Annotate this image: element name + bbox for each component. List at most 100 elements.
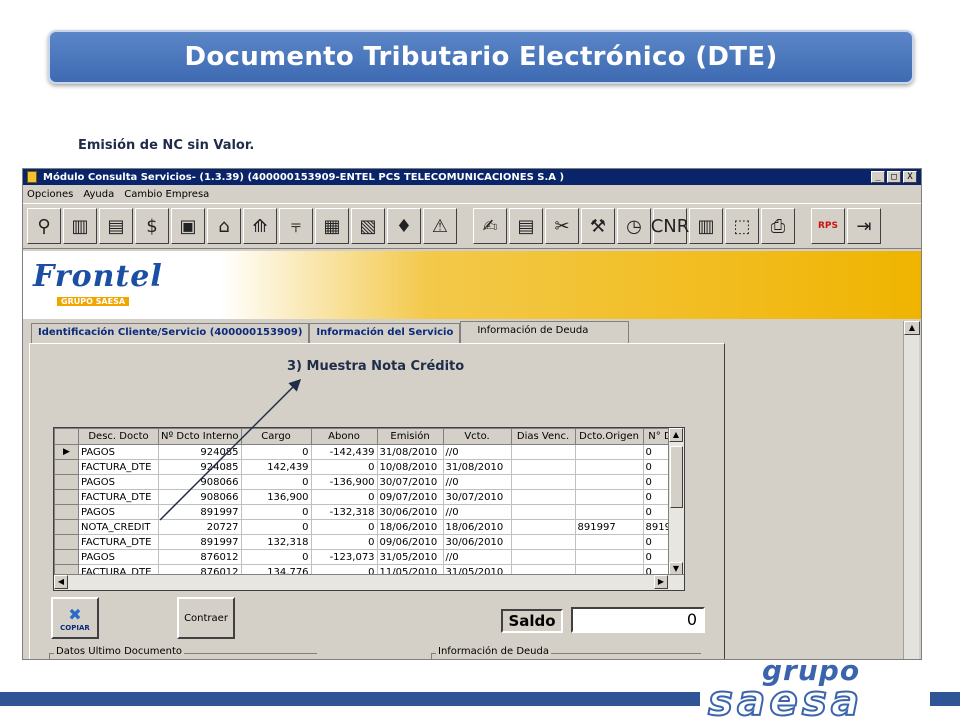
row-selector[interactable] [54,549,79,565]
grid-cell[interactable]: 0 [310,534,378,550]
grid-column-header[interactable]: Emisión [376,428,444,445]
grid-column-header[interactable]: Abono [310,428,378,445]
grid-cell[interactable]: -142,439 [310,444,378,460]
page-scrollbar[interactable]: ▲ [903,321,920,659]
grid-cell[interactable] [574,504,644,520]
grid-cell[interactable]: 30/06/2010 [442,534,512,550]
grid-column-header[interactable]: Cargo [240,428,312,445]
grid-row[interactable]: FACTURA_DTE 891997 132,318 0 09/06/2010 30/06… [54,534,684,550]
row-selector[interactable] [54,459,79,475]
grid-cell[interactable]: -136,900 [310,474,378,490]
grid-cell[interactable] [574,474,644,490]
minimize-button[interactable]: _ [871,171,885,183]
document-icon[interactable]: ▤ [99,208,133,244]
scissors-icon[interactable]: ✂ [545,208,579,244]
grid-cell[interactable]: 924085 [158,444,242,460]
saldo-field[interactable]: 0 [571,607,705,633]
warning-icon[interactable]: ⚠ [423,208,457,244]
grid-cell[interactable]: PAGOS [78,474,159,490]
tab-info-servicio[interactable]: Información del Servicio [309,323,461,343]
grid-cell[interactable] [574,534,644,550]
menu-opciones[interactable]: Opciones [27,189,73,200]
grid-cell[interactable] [510,519,576,535]
grid-cell[interactable]: 30/07/2010 [376,474,444,490]
grid-cell[interactable]: 0 [310,459,378,475]
row-selector[interactable] [54,534,79,550]
grid-cell[interactable]: 20727 [158,519,242,535]
grid-cell[interactable] [574,549,644,565]
grid-cell[interactable]: FACTURA_DTE [78,489,159,505]
scroll-up-arrow-icon[interactable]: ▲ [669,428,683,442]
rps-icon[interactable]: RPS [811,208,845,244]
grid-cell[interactable] [574,489,644,505]
grid-row[interactable]: FACTURA_DTE 924085 142,439 0 10/08/2010 31/08… [54,459,684,475]
grid-vertical-scrollbar[interactable]: ▲ ▼ [668,428,684,576]
maximize-button[interactable]: □ [887,171,901,183]
grid-cell[interactable]: 142,439 [240,459,312,475]
grid-row[interactable]: ▶ PAGOS 924085 0 -142,439 31/08/2010//0 0 [54,444,684,460]
grid-cell[interactable]: PAGOS [78,504,159,520]
grid-cell[interactable] [510,534,576,550]
grid-cell[interactable]: PAGOS [78,549,159,565]
grid-cell[interactable]: 908066 [158,489,242,505]
grid-cell[interactable]: 908066 [158,474,242,490]
grid-cell[interactable] [574,459,644,475]
grid-cell[interactable]: 0 [240,519,312,535]
grid-cell[interactable]: 0 [310,489,378,505]
grid-cell[interactable]: 0 [240,504,312,520]
grid-cell[interactable]: 891997 [158,504,242,520]
grid-cell[interactable]: 31/08/2010 [376,444,444,460]
folders-icon[interactable]: ▧ [351,208,385,244]
grid-cell[interactable]: //0 [442,444,512,460]
binoculars-icon[interactable]: ⚲ [27,208,61,244]
grid-cell[interactable] [510,489,576,505]
tab-info-deuda[interactable]: Información de Deuda [460,321,630,343]
scroll-up-icon[interactable]: ▲ [904,321,920,335]
grid-cell[interactable]: //0 [442,549,512,565]
grid-cell[interactable] [510,504,576,520]
grid-cell[interactable]: 09/07/2010 [376,489,444,505]
grid-cell[interactable] [510,549,576,565]
row-selector[interactable] [54,519,79,535]
grid-cell[interactable]: PAGOS [78,444,159,460]
grid-cell[interactable]: 132,318 [240,534,312,550]
grid-column-header[interactable]: Desc. Docto [78,428,159,445]
grid-column-header[interactable]: Nº Dcto Interno [158,428,242,445]
grid-cell[interactable]: //0 [442,504,512,520]
grid-cell[interactable]: 0 [240,444,312,460]
chart-icon[interactable]: ▥ [63,208,97,244]
menu-cambio-empresa[interactable]: Cambio Empresa [124,189,209,200]
notes-icon[interactable]: ▥ [689,208,723,244]
row-selector[interactable] [54,489,79,505]
grid-row[interactable]: PAGOS 908066 0 -136,900 30/07/2010//0 0 [54,474,684,490]
grid-horizontal-scrollbar[interactable]: ◀ ▶ [54,574,684,590]
grid-column-header[interactable]: Dcto.Origen [574,428,644,445]
grid-cell[interactable]: //0 [442,474,512,490]
scroll-left-arrow-icon[interactable]: ◀ [54,575,68,589]
menu-ayuda[interactable]: Ayuda [83,189,114,200]
dollar-icon[interactable]: $ [135,208,169,244]
grid-cell[interactable]: -123,073 [310,549,378,565]
grid-row[interactable]: FACTURA_DTE 908066 136,900 0 09/07/2010 30/07… [54,489,684,505]
printer-icon[interactable]: ⎙ [761,208,795,244]
grid-cell[interactable]: NOTA_CREDIT [78,519,159,535]
money-bag-icon[interactable]: ♦ [387,208,421,244]
cnr-icon[interactable]: CNR [651,208,689,244]
grid-scroll-thumb[interactable] [670,446,683,508]
collapse-button[interactable]: Contraer [177,597,235,639]
grid-cell[interactable]: 0 [240,549,312,565]
tower-icon[interactable]: ⟰ [243,208,277,244]
row-selector-arrow-icon[interactable]: ▶ [54,444,79,460]
grid-column-header[interactable]: Vcto. [442,428,512,445]
grid-cell[interactable]: 10/08/2010 [376,459,444,475]
grid-cell[interactable]: 891997 [158,534,242,550]
grid-cell[interactable]: 876012 [158,549,242,565]
grid-cell[interactable]: 924085 [158,459,242,475]
scroll-right-arrow-icon[interactable]: ▶ [654,575,668,589]
grid-cell[interactable]: 09/06/2010 [376,534,444,550]
clock-icon[interactable]: ◷ [617,208,651,244]
pole-icon[interactable]: ⫧ [279,208,313,244]
grid-cell[interactable]: 30/07/2010 [442,489,512,505]
grid-cell[interactable]: 31/08/2010 [442,459,512,475]
tools-icon[interactable]: ⚒ [581,208,615,244]
